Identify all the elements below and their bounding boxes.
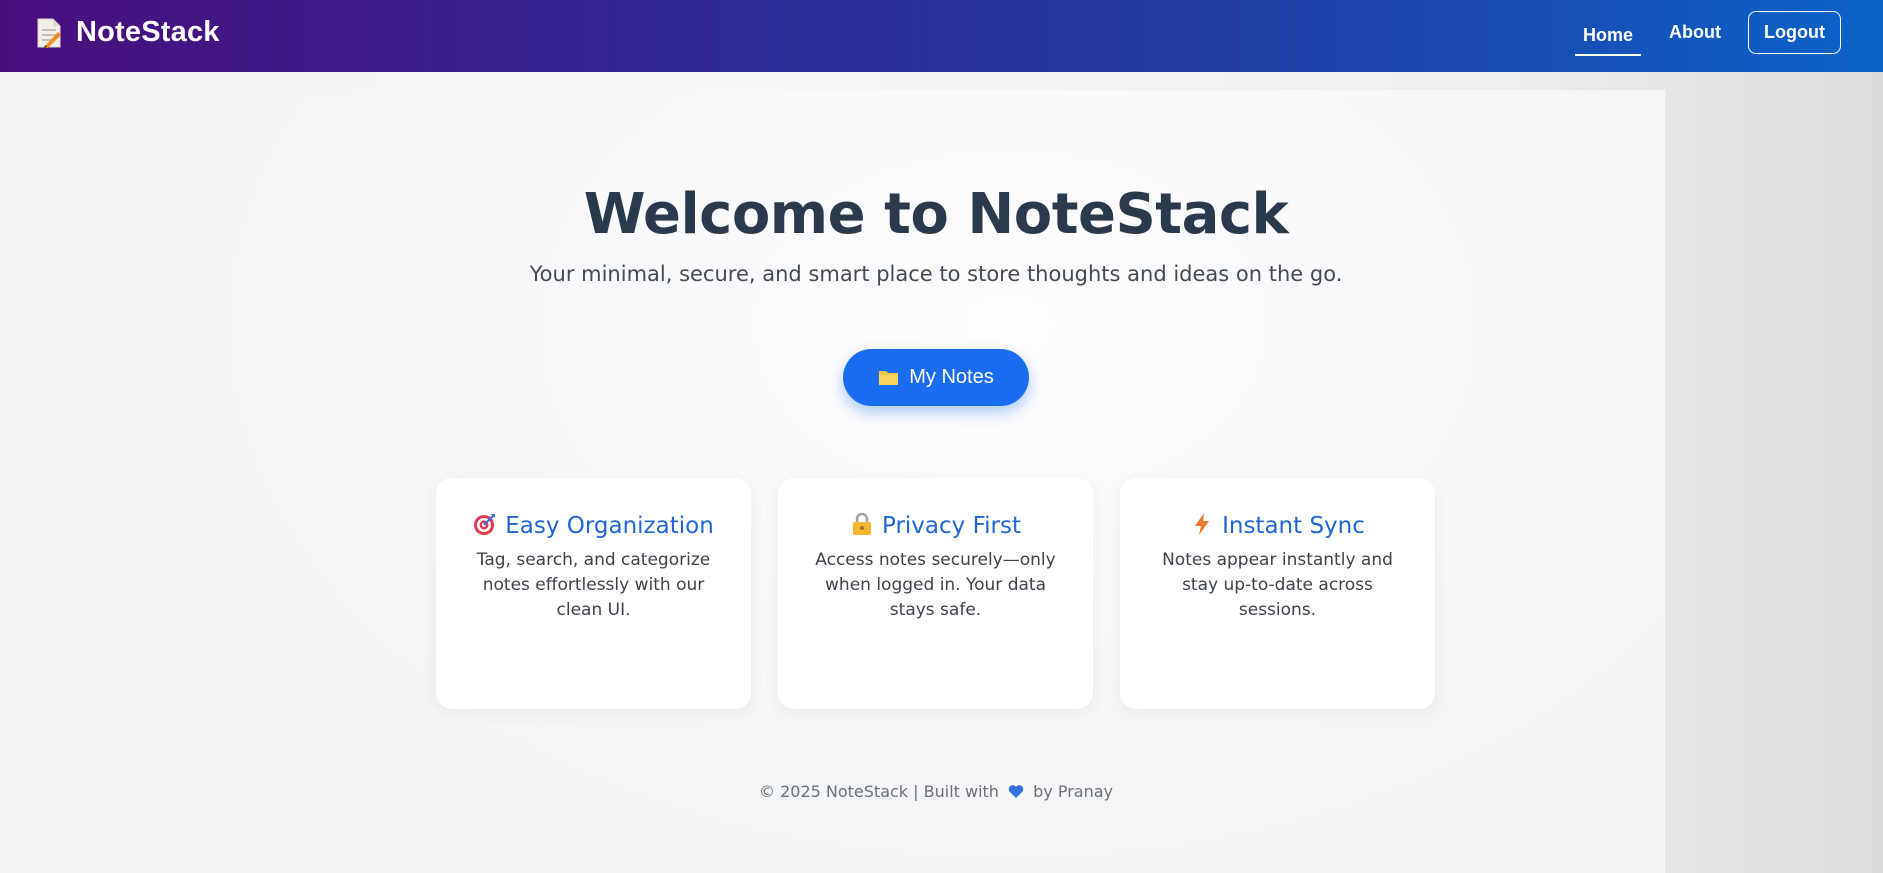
lock-icon <box>850 512 874 536</box>
navbar: NoteStack Home About Logout <box>0 0 1883 72</box>
heart-icon <box>1008 784 1024 799</box>
footer-prefix: © 2025 NoteStack | Built with <box>759 782 999 801</box>
lightning-icon <box>1190 512 1214 536</box>
hero-title: Welcome to NoteStack <box>583 182 1289 247</box>
memo-icon <box>36 17 62 49</box>
folder-icon <box>878 369 899 386</box>
footer-suffix: by Pranay <box>1033 782 1113 801</box>
feature-card-organization: Easy Organization Tag, search, and categ… <box>436 478 751 709</box>
main-content: Welcome to NoteStack Your minimal, secur… <box>207 90 1665 873</box>
my-notes-button[interactable]: My Notes <box>843 349 1029 406</box>
feature-text: Tag, search, and categorize notes effort… <box>476 550 711 620</box>
hero-subtitle: Your minimal, secure, and smart place to… <box>529 262 1343 286</box>
brand-name: NoteStack <box>76 16 220 48</box>
feature-card-privacy: Privacy First Access notes securely—only… <box>778 478 1093 709</box>
feature-text: Notes appear instantly and stay up-to-da… <box>1162 550 1393 620</box>
brand[interactable]: NoteStack <box>36 16 220 49</box>
feature-title-text: Easy Organization <box>505 513 714 539</box>
feature-title-text: Privacy First <box>882 513 1021 539</box>
feature-title: Easy Organization <box>464 512 723 540</box>
feature-card-sync: Instant Sync Notes appear instantly and … <box>1120 478 1435 709</box>
feature-text: Access notes securely—only when logged i… <box>815 550 1056 620</box>
nav-links: Home About Logout <box>1574 11 1841 56</box>
nav-link-home[interactable]: Home <box>1574 17 1642 56</box>
my-notes-label: My Notes <box>909 366 994 388</box>
nav-link-about[interactable]: About <box>1660 14 1730 51</box>
feature-title: Instant Sync <box>1148 512 1407 540</box>
feature-title-text: Instant Sync <box>1222 513 1365 539</box>
logout-button[interactable]: Logout <box>1748 11 1841 54</box>
feature-title: Privacy First <box>806 512 1065 540</box>
target-icon <box>473 512 497 536</box>
footer: © 2025 NoteStack | Built with by Pranay <box>207 782 1665 801</box>
